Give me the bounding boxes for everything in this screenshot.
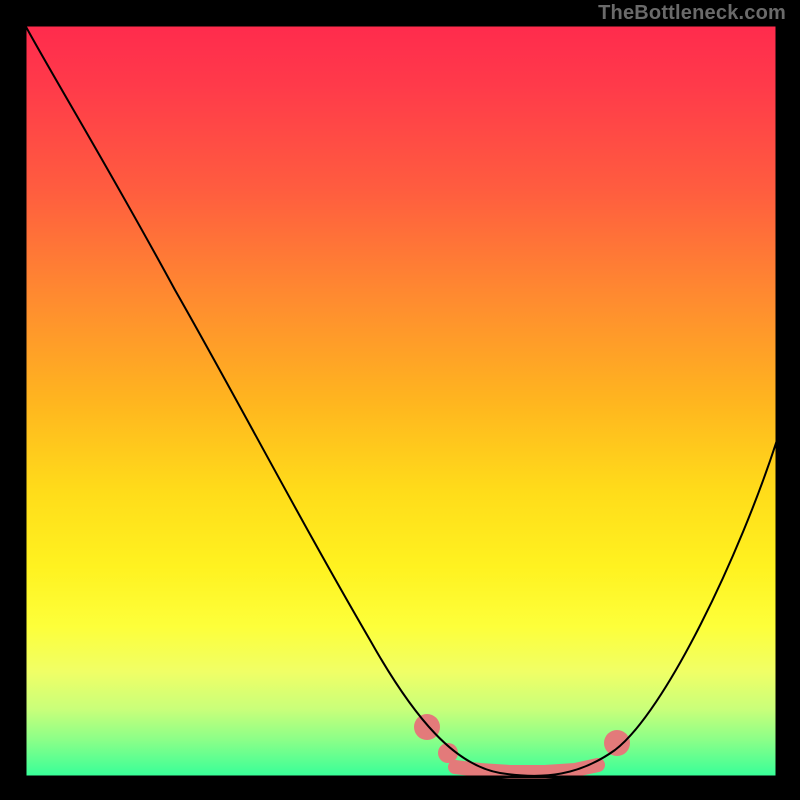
accent-dot-left [414,714,440,740]
chart-svg [0,0,800,800]
accent-dot-right [604,730,630,756]
plot-frame [25,25,777,777]
chart-stage: TheBottleneck.com [0,0,800,800]
bottleneck-curve [25,25,777,776]
